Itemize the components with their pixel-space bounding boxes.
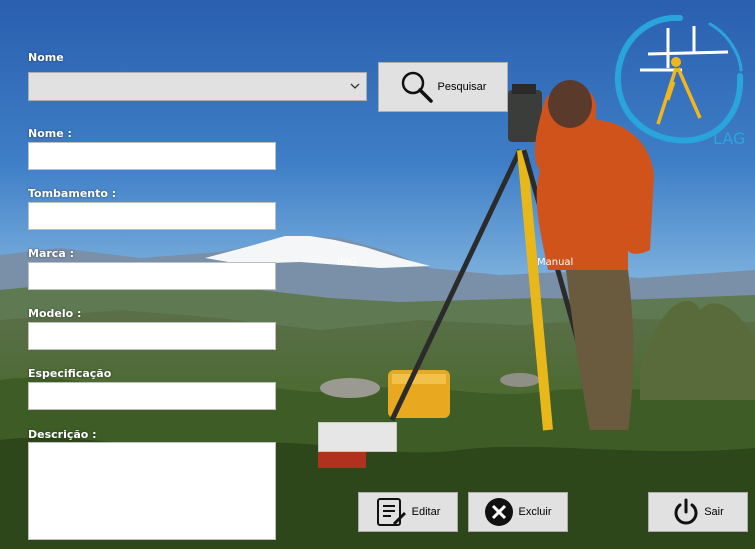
img-label: IMG [337,257,357,268]
chevron-down-icon[interactable] [350,82,360,90]
sair-button[interactable]: Sair [648,492,748,532]
descricao-label: Descrição : [28,428,97,441]
edit-list-icon [376,498,406,526]
pesquisar-button-label: Pesquisar [437,81,487,93]
lag-logo-text: LAG [713,129,745,148]
image-placeholder-box[interactable] [318,422,397,452]
nome-field[interactable] [28,142,276,170]
marca-field[interactable] [28,262,276,290]
x-circle-icon [485,498,514,526]
tombamento-field[interactable] [28,202,276,230]
power-icon [674,498,698,525]
descricao-field[interactable] [28,442,276,540]
lag-logo: LAG [614,14,745,148]
nome-label: Nome : [28,127,72,140]
main-window: Nome Pesquisar Nome : Tombamento : Marca… [0,0,755,549]
excluir-button-label: Excluir [518,506,552,518]
modelo-label: Modelo : [28,307,82,320]
pesquisar-button[interactable]: Pesquisar [378,62,508,112]
tombamento-label: Tombamento : [28,187,117,200]
nome-combo-label: Nome [28,51,64,64]
especificacao-label: Especificação [28,367,112,380]
marca-label: Marca : [28,247,74,260]
excluir-button[interactable]: Excluir [468,492,568,532]
especificacao-field[interactable] [28,382,276,410]
nome-combo[interactable] [28,72,367,101]
magnifier-icon [401,71,433,103]
sair-button-label: Sair [704,506,724,518]
modelo-field[interactable] [28,322,276,350]
editar-button-label: Editar [411,506,441,518]
editar-button[interactable]: Editar [358,492,458,532]
manual-label[interactable]: Manual [537,257,573,268]
